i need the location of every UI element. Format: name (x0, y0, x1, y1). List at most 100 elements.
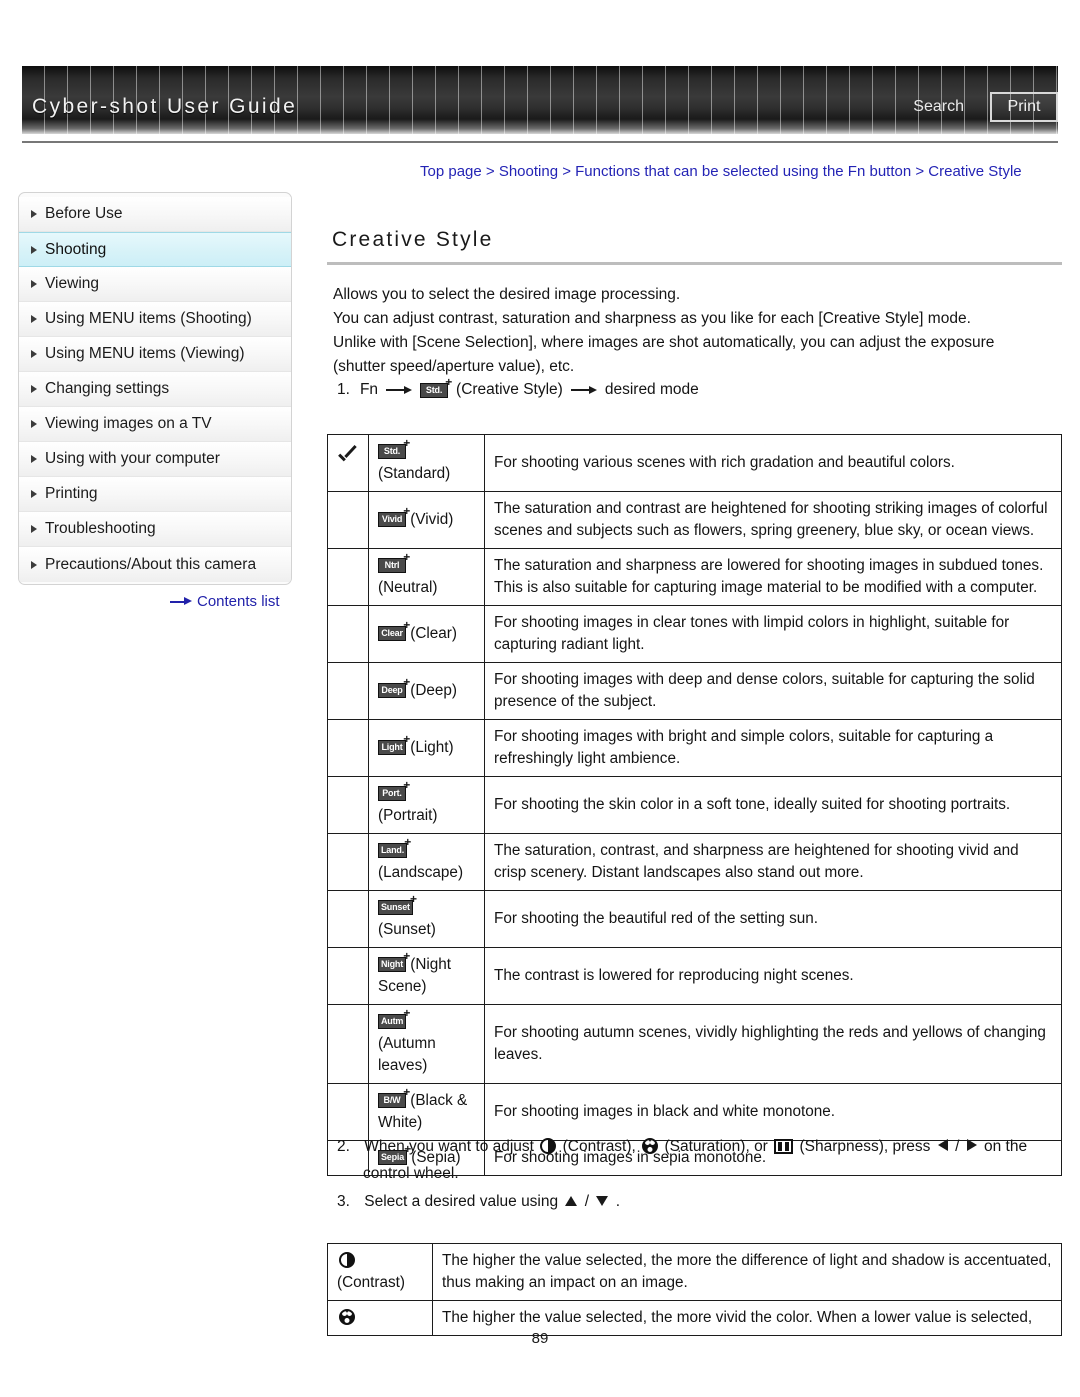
table-row: B/W + (Black & White) For shooting images … (327, 1083, 1062, 1141)
mode-cell: Sunset + (Sunset) (368, 890, 485, 948)
default-check-cell (327, 1004, 369, 1084)
step-2-part3: (Saturation), or (664, 1138, 768, 1155)
plus-icon: + (403, 675, 410, 690)
adjust-icon-cell: (Contrast) (327, 1243, 433, 1301)
mode-name: (Landscape) (378, 864, 464, 881)
table-row: Clear + (Clear) For shooting images in cle… (327, 605, 1062, 663)
contents-list-link[interactable]: Contents list (170, 593, 280, 610)
page-title: Creative Style (332, 228, 494, 251)
sidebar-item-label: Using MENU items (Viewing) (45, 345, 245, 362)
sidebar-item-label: Using with your computer (45, 450, 220, 467)
page-title-guide: Cyber-shot User Guide (32, 95, 298, 118)
default-check-cell (327, 890, 369, 948)
arrow-right-icon (386, 385, 413, 395)
contents-list-label: Contents list (197, 593, 280, 610)
sidebar-item-before-use[interactable]: Before Use (19, 197, 291, 232)
sidebar-item-label: Precautions/About this camera (45, 555, 257, 573)
mode-badge-label: Clear (381, 628, 403, 639)
mode-description: The saturation and sharpness are lowered… (484, 548, 1062, 606)
mode-badge-icon: Night + (378, 950, 410, 973)
default-check-cell (327, 434, 369, 492)
bullet-triangle-icon (31, 350, 37, 358)
mode-cell: Ntrl + (Neutral) (368, 548, 485, 606)
step-2-part5: / (955, 1138, 960, 1155)
default-check-cell (327, 1083, 369, 1141)
mode-name: (Clear) (406, 625, 457, 642)
plus-icon: + (403, 1085, 410, 1100)
sidebar-item-troubleshooting[interactable]: Troubleshooting (19, 512, 291, 547)
arrow-right-icon (570, 385, 597, 395)
sidebar-item-using-with-your-computer[interactable]: Using with your computer (19, 442, 291, 477)
mode-badge-label: Vivid (381, 514, 403, 525)
sidebar-item-precautions-about-this-camera[interactable]: Precautions/About this camera (19, 547, 291, 582)
step-2-number: 2. (337, 1138, 350, 1155)
print-button[interactable]: Print (990, 92, 1058, 122)
table-row: Vivid + (Vivid) The saturation and contras… (327, 491, 1062, 549)
sidebar-item-using-menu-items-viewing[interactable]: Using MENU items (Viewing) (19, 337, 291, 372)
mode-badge-icon: Sunset + (378, 893, 417, 916)
table-row: Sunset + (Sunset) For shooting the beautifu… (327, 890, 1062, 948)
creative-style-table-body: Std. + (Standard) For shooting various scen… (327, 434, 1062, 1176)
check-icon (337, 451, 359, 469)
mode-description: For shooting images with deep and dense … (484, 662, 1062, 720)
mode-cell: Port. + (Portrait) (368, 776, 485, 834)
mode-badge-icon: Ntrl + (378, 551, 410, 574)
intro-line: Unlike with [Scene Selection], where ima… (333, 334, 995, 351)
mode-badge-icon: B/W + (378, 1086, 410, 1109)
title-divider (327, 262, 1062, 265)
step-1-number: 1. (337, 381, 350, 398)
down-arrow-icon (596, 1196, 609, 1206)
sidebar-item-label: Before Use (45, 205, 123, 222)
creative-style-badge-icon: Std. + (420, 376, 452, 398)
sidebar-item-printing[interactable]: Printing (19, 477, 291, 512)
arrow-right-icon (170, 597, 192, 606)
step-1-prefix: Fn (359, 381, 379, 398)
default-check-cell (327, 491, 369, 549)
sidebar-item-label: Viewing (45, 275, 100, 292)
sidebar-item-label: Troubleshooting (45, 520, 156, 537)
saturation-icon (339, 1309, 355, 1325)
bullet-triangle-icon (31, 525, 37, 533)
table-row: Autm + (Autumn leaves) For shooting autumn … (327, 1004, 1062, 1084)
sidebar-item-shooting[interactable]: Shooting (19, 232, 291, 267)
table-row: Ntrl + (Neutral) The saturation and sharpne… (327, 548, 1062, 606)
plus-icon: + (403, 550, 410, 565)
sidebar-item-using-menu-items-shooting[interactable]: Using MENU items (Shooting) (19, 302, 291, 337)
mode-name: (Neutral) (378, 579, 438, 596)
sidebar-item-label: Using MENU items (Shooting) (45, 310, 252, 327)
bullet-triangle-icon (31, 280, 37, 288)
mode-description: For shooting autumn scenes, vividly high… (484, 1004, 1062, 1084)
adjust-description: The higher the value selected, the more … (432, 1243, 1062, 1301)
mode-description: For shooting the beautiful red of the se… (484, 890, 1062, 948)
step-2-part4: (Sharpness), press (799, 1138, 931, 1155)
step-2: 2. When you want to adjust (Contrast), (… (337, 1133, 1062, 1187)
mode-name: (Autumn leaves) (378, 1035, 436, 1074)
step-1: 1. Fn Std. + (Creative Style) desired mod… (337, 376, 699, 402)
search-link[interactable]: Search (913, 98, 964, 116)
step-3-part1: Select a desired value using (364, 1193, 559, 1210)
step-3: 3. Select a desired value using / . (337, 1188, 620, 1215)
step-1-suffix: desired mode (604, 381, 699, 398)
step-2-part7: control wheel. (363, 1165, 459, 1182)
header-underline (22, 141, 1058, 143)
intro-line: You can adjust contrast, saturation and … (333, 310, 971, 327)
sidebar-item-viewing[interactable]: Viewing (19, 267, 291, 302)
sidebar-item-changing-settings[interactable]: Changing settings (19, 372, 291, 407)
table-row: Deep + (Deep) For shooting images with dee… (327, 662, 1062, 720)
plus-icon: + (403, 732, 410, 747)
mode-badge-icon: Deep + (378, 676, 410, 699)
contrast-icon (540, 1138, 557, 1154)
step-2-part6: on the (984, 1138, 1028, 1155)
mode-description: For shooting various scenes with rich gr… (484, 434, 1062, 492)
mode-badge-icon: Autm + (378, 1007, 410, 1030)
mode-name: (Light) (406, 739, 454, 756)
mode-badge-label: Night (381, 959, 403, 970)
sidebar-item-label: Printing (45, 485, 98, 502)
mode-badge-label: Autm (381, 1016, 404, 1027)
bullet-triangle-icon (31, 560, 37, 569)
bullet-triangle-icon (31, 490, 37, 498)
sidebar-item-viewing-images-on-a-tv[interactable]: Viewing images on a TV (19, 407, 291, 442)
adjustment-table: (Contrast) The higher the value selected,… (327, 1243, 1062, 1336)
bullet-triangle-icon (31, 420, 37, 428)
breadcrumb[interactable]: Top page > Shooting > Functions that can… (420, 163, 1022, 180)
